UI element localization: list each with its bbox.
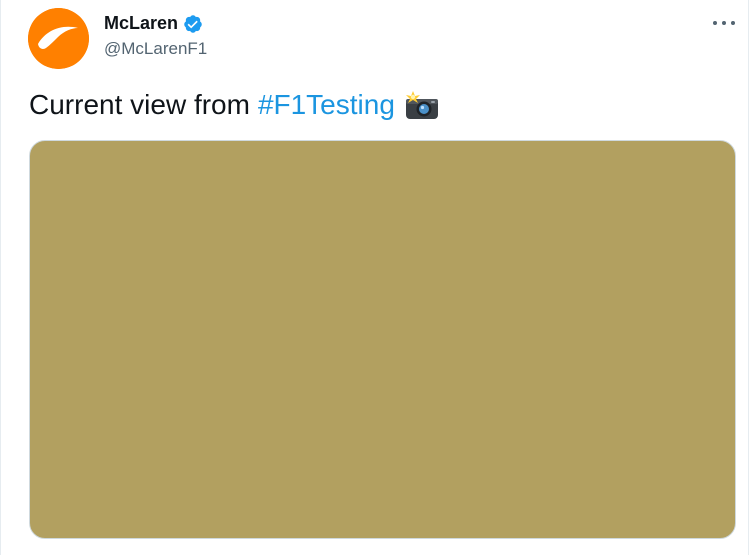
tweet-text: Current view from #F1Testing xyxy=(29,89,440,121)
tweet-media-image[interactable] xyxy=(29,140,736,539)
mclaren-speedmark-logo-icon xyxy=(28,8,89,69)
tweet-body-text: Current view from xyxy=(29,89,250,120)
more-dot xyxy=(731,21,735,25)
author-name-row[interactable]: McLaren xyxy=(104,13,203,34)
more-options-icon[interactable] xyxy=(713,14,735,32)
camera-with-flash-icon xyxy=(404,91,440,121)
tweet-card: McLaren @McLarenF1 Current view from #F1… xyxy=(0,0,749,555)
author-handle[interactable]: @McLarenF1 xyxy=(104,39,207,59)
more-dot xyxy=(722,21,726,25)
more-dot xyxy=(713,21,717,25)
hashtag-link[interactable]: #F1Testing xyxy=(258,89,395,121)
author-display-name[interactable]: McLaren xyxy=(104,13,178,34)
avatar[interactable] xyxy=(28,8,89,69)
verified-badge-icon xyxy=(183,14,203,34)
